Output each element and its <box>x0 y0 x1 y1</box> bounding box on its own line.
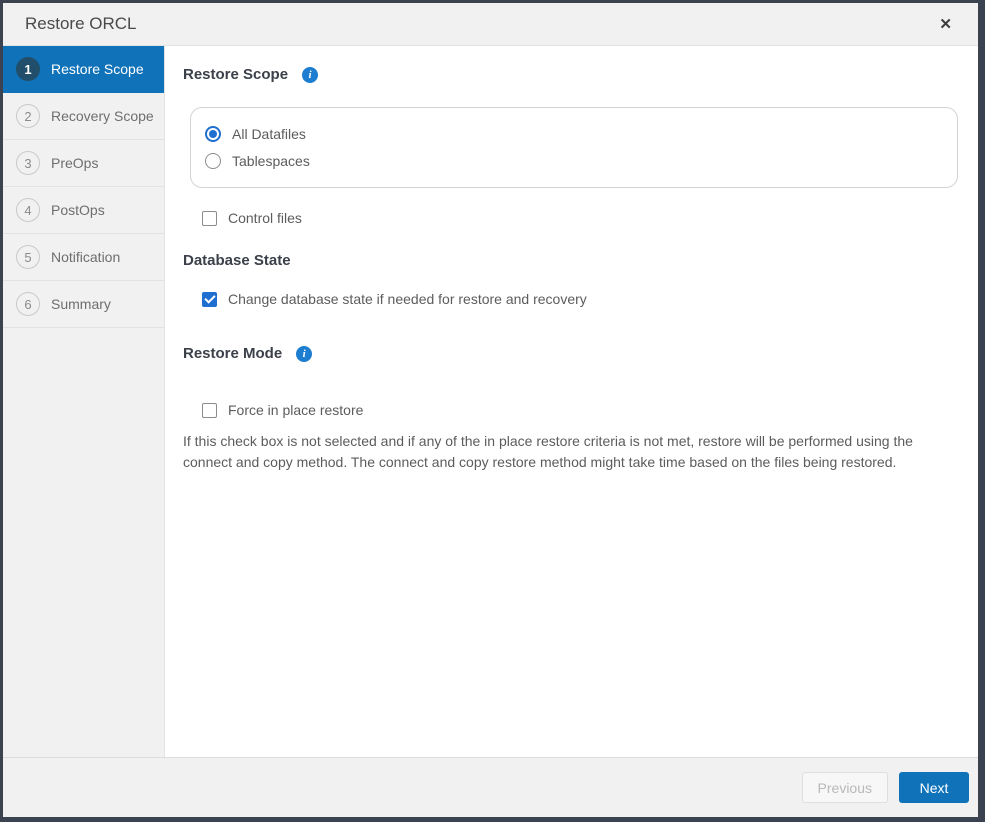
sidebar-item-postops[interactable]: 4 PostOps <box>3 187 164 234</box>
control-files-row[interactable]: Control files <box>202 210 958 226</box>
radio-label: Tablespaces <box>232 153 310 169</box>
checkbox-label: Control files <box>228 210 302 226</box>
force-in-place-restore-checkbox[interactable] <box>202 403 217 418</box>
radio-row-tablespaces[interactable]: Tablespaces <box>205 149 943 173</box>
force-in-place-restore-row[interactable]: Force in place restore <box>202 402 958 418</box>
next-button[interactable]: Next <box>899 772 969 803</box>
step-number-badge: 5 <box>16 245 40 269</box>
sidebar-item-preops[interactable]: 3 PreOps <box>3 140 164 187</box>
sidebar-item-summary[interactable]: 6 Summary <box>3 281 164 328</box>
all-datafiles-radio[interactable] <box>205 126 221 142</box>
restore-scope-heading: Restore Scope <box>183 66 288 83</box>
restore-mode-heading: Restore Mode <box>183 345 282 362</box>
step-number-badge: 1 <box>16 57 40 81</box>
dialog-body: 1 Restore Scope 2 Recovery Scope 3 PreOp… <box>3 46 978 757</box>
step-number-badge: 6 <box>16 292 40 316</box>
close-icon[interactable]: ✕ <box>935 13 956 36</box>
restore-scope-options-box: All Datafiles Tablespaces <box>190 107 958 188</box>
checkbox-label: Change database state if needed for rest… <box>228 291 587 307</box>
radio-row-all-datafiles[interactable]: All Datafiles <box>205 122 943 146</box>
step-label: PreOps <box>51 155 98 171</box>
sidebar-item-restore-scope[interactable]: 1 Restore Scope <box>3 46 164 93</box>
dialog-footer: Previous Next <box>3 757 978 817</box>
control-files-checkbox[interactable] <box>202 211 217 226</box>
restore-scope-heading-row: Restore Scope i <box>183 66 958 83</box>
previous-button[interactable]: Previous <box>802 772 888 803</box>
step-number-badge: 3 <box>16 151 40 175</box>
sidebar-item-notification[interactable]: 5 Notification <box>3 234 164 281</box>
radio-label: All Datafiles <box>232 126 306 142</box>
database-state-heading-row: Database State <box>183 252 958 269</box>
step-number-badge: 2 <box>16 104 40 128</box>
step-label: Notification <box>51 249 120 265</box>
step-number-badge: 4 <box>16 198 40 222</box>
database-state-heading: Database State <box>183 252 291 269</box>
dialog-title: Restore ORCL <box>25 14 136 34</box>
change-database-state-checkbox[interactable] <box>202 292 217 307</box>
step-content: Restore Scope i All Datafiles Tablespace… <box>165 46 978 757</box>
step-label: Recovery Scope <box>51 108 154 124</box>
titlebar: Restore ORCL ✕ <box>3 3 978 46</box>
tablespaces-radio[interactable] <box>205 153 221 169</box>
sidebar-item-recovery-scope[interactable]: 2 Recovery Scope <box>3 93 164 140</box>
wizard-sidebar: 1 Restore Scope 2 Recovery Scope 3 PreOp… <box>3 46 165 757</box>
change-database-state-row[interactable]: Change database state if needed for rest… <box>202 291 958 307</box>
step-label: Summary <box>51 296 111 312</box>
step-label: PostOps <box>51 202 105 218</box>
info-icon[interactable]: i <box>302 67 318 83</box>
step-label: Restore Scope <box>51 61 144 77</box>
info-icon[interactable]: i <box>296 346 312 362</box>
restore-mode-description: If this check box is not selected and if… <box>183 431 928 473</box>
restore-mode-heading-row: Restore Mode i <box>183 345 958 362</box>
checkbox-label: Force in place restore <box>228 402 363 418</box>
restore-dialog: Restore ORCL ✕ 1 Restore Scope 2 Recover… <box>0 0 985 822</box>
